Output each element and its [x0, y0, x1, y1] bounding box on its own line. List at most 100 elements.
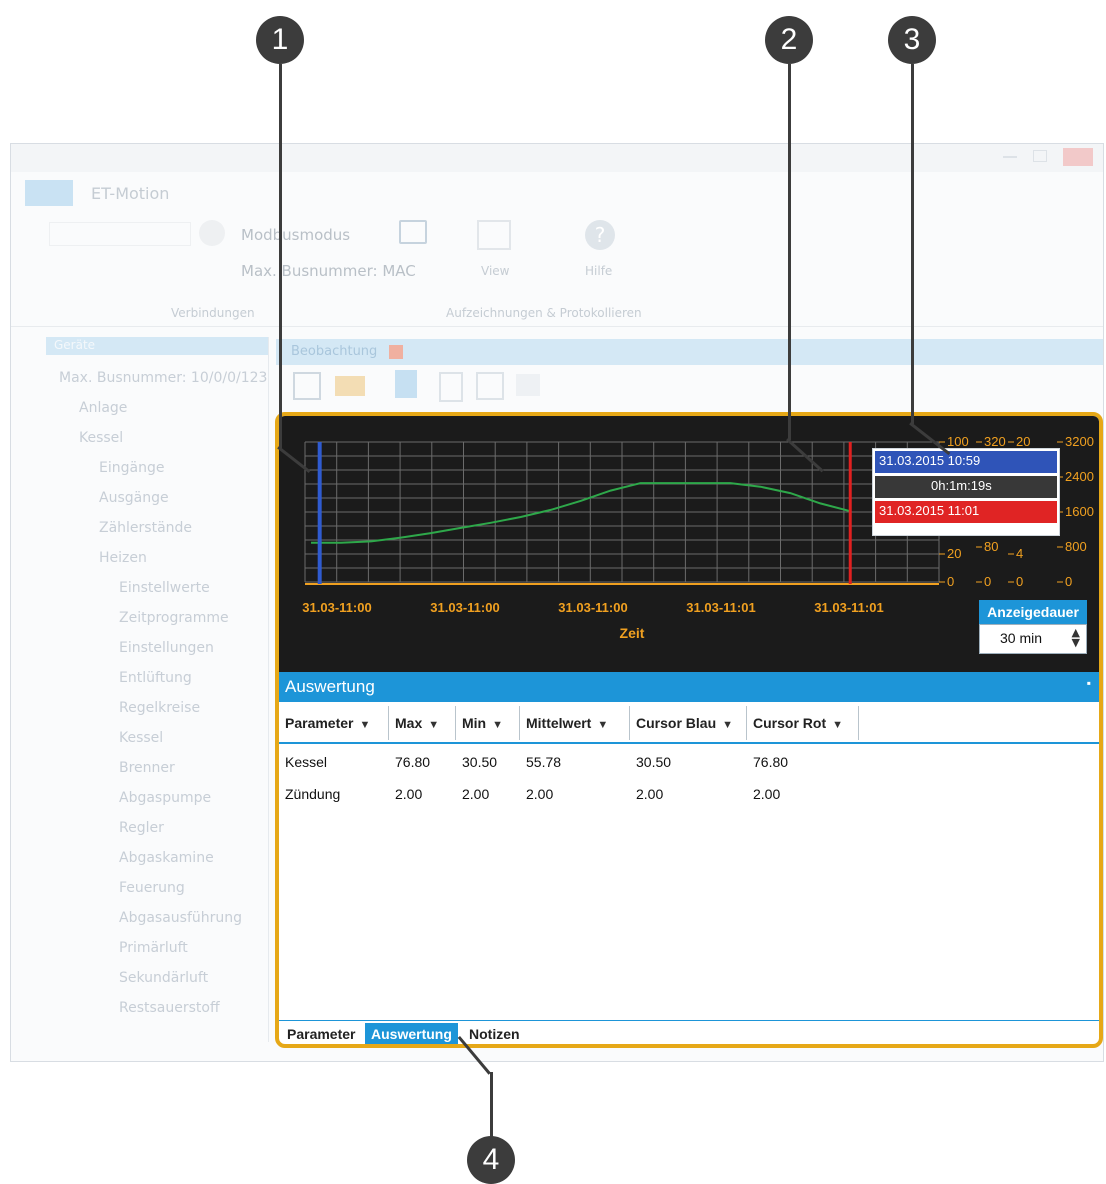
x-tick-label: 31.03-11:00 — [558, 600, 627, 615]
tree-item[interactable]: Entlüftung — [119, 670, 192, 686]
x-tick-label: 31.03-11:01 — [814, 600, 883, 615]
ribbon-group-right: Aufzeichnungen & Protokollieren — [446, 306, 642, 320]
filter-icon[interactable]: ▼ — [832, 719, 843, 731]
column-header[interactable]: Cursor Rot ▼ — [746, 706, 859, 740]
tab-beobachtung[interactable]: Beobachtung — [291, 344, 377, 359]
tree-item[interactable]: Kessel — [79, 430, 123, 446]
tree-item[interactable]: Abgasausführung — [119, 910, 242, 926]
table-cell: 76.80 — [395, 754, 431, 770]
app-menu-button[interactable] — [25, 180, 73, 206]
tab-notizen[interactable]: Notizen — [463, 1023, 526, 1044]
tree-item[interactable]: Restsauerstoff — [119, 1000, 220, 1016]
monitor-icon[interactable] — [399, 220, 427, 244]
ribbon-divider — [11, 326, 1103, 327]
axis-tick-label: 80 — [984, 539, 998, 554]
chart-area: 31.03-11:00 31.03-11:00 31.03-11:00 31.03-1… — [279, 416, 1099, 672]
display-duration-value[interactable]: 30 min — [1000, 630, 1042, 646]
tree-item[interactable]: Kessel — [119, 730, 163, 746]
table-cell: 2.00 — [636, 786, 664, 802]
toolbar-edit-icon[interactable] — [439, 372, 463, 402]
close-icon[interactable] — [1063, 148, 1093, 166]
column-header[interactable]: Mittelwert ▼ — [519, 706, 630, 740]
cursor-red-time: 31.03.2015 11:01 — [875, 501, 1057, 523]
tree-item[interactable]: Max. Busnummer: 10/0/0/123 — [59, 370, 267, 386]
tree-item[interactable]: Regelkreise — [119, 700, 200, 716]
ribbon-combo[interactable] — [49, 222, 191, 246]
table-cell: 30.50 — [462, 754, 498, 770]
spinner-icon[interactable]: ▲ ▼ — [1072, 627, 1080, 648]
table-cell: Zündung — [285, 786, 341, 802]
tree-item[interactable]: Ausgänge — [99, 490, 169, 506]
tree-item[interactable]: Feuerung — [119, 880, 185, 896]
app-title: ET-Motion — [91, 184, 170, 203]
filter-icon[interactable]: ▼ — [360, 719, 371, 731]
toolbar-export-icon[interactable] — [516, 374, 540, 396]
ribbon-round-button[interactable] — [199, 220, 225, 246]
callout-line-2 — [788, 64, 791, 440]
help-icon[interactable]: ? — [585, 220, 615, 250]
toolbar-document-icon[interactable] — [395, 370, 417, 398]
axis-tick-label: 320 — [984, 434, 1006, 449]
observation-panel: 31.03-11:00 31.03-11:00 31.03-11:00 31.03-1… — [275, 412, 1103, 1048]
tree-item[interactable]: Sekundärluft — [119, 970, 208, 986]
column-header[interactable]: Cursor Blau ▼ — [629, 706, 747, 740]
ribbon-mode-label[interactable]: Modbusmodus — [241, 226, 350, 244]
axis-tick-label: 3200 — [1065, 434, 1094, 449]
filter-icon[interactable]: ▼ — [492, 719, 503, 731]
display-duration-label: Anzeigedauer — [979, 600, 1087, 624]
display-duration-field[interactable]: 30 min ▲ ▼ — [979, 624, 1087, 654]
toolbar-save-icon[interactable] — [476, 372, 504, 400]
ribbon-view-label[interactable]: View — [481, 264, 509, 278]
tree-item[interactable]: Einstellwerte — [119, 580, 210, 596]
tree-item[interactable]: Abgaskamine — [119, 850, 214, 866]
tree-item[interactable]: Heizen — [99, 550, 147, 566]
axis-tick-label: 800 — [1065, 539, 1087, 554]
toolbar-monitor-icon[interactable] — [293, 372, 321, 400]
ribbon-device-label[interactable]: Max. Busnummer: MAC — [241, 262, 416, 280]
column-header[interactable]: Min ▼ — [455, 706, 520, 740]
tab-auswertung[interactable]: Auswertung — [365, 1023, 458, 1044]
tab-close-icon[interactable] — [389, 345, 403, 359]
tree-item[interactable]: Einstellungen — [119, 640, 214, 656]
tree-item[interactable]: Zählerstände — [99, 520, 192, 536]
callout-3: 3 — [888, 16, 936, 64]
column-header-label: Mittelwert — [526, 715, 592, 731]
tree-item[interactable]: Eingänge — [99, 460, 164, 476]
evaluation-body: Kessel 76.80 30.50 55.78 30.50 76.80 Zündung 2.… — [281, 746, 861, 810]
tree-item[interactable]: Abgaspumpe — [119, 790, 211, 806]
filter-icon[interactable]: ▼ — [597, 719, 608, 731]
cursor-duration-label: 0h:1m:19s — [931, 478, 992, 493]
tree-item[interactable]: Regler — [119, 820, 164, 836]
axis-tick-label: 20 — [947, 546, 961, 561]
bottom-tab-strip: Parameter Auswertung Notizen — [279, 1020, 1099, 1044]
evaluation-grid: Parameter ▼ Max ▼ Min ▼ Mittelwert ▼ Cursor Blau… — [279, 706, 1099, 802]
display-duration-control[interactable]: Anzeigedauer 30 min ▲ ▼ — [979, 600, 1087, 656]
cursor-red-time-label: 31.03.2015 11:01 — [879, 503, 980, 518]
cursor-blue-time: 31.03.2015 10:59 — [875, 451, 1057, 473]
callout-4: 4 — [467, 1136, 515, 1184]
filter-icon[interactable]: ▼ — [722, 719, 733, 731]
toolbar-folder-icon[interactable] — [335, 376, 365, 396]
tree-item[interactable]: Zeitprogramme — [119, 610, 229, 626]
callout-line-1 — [279, 64, 282, 448]
tree-item[interactable]: Anlage — [79, 400, 127, 416]
filter-icon[interactable]: ▼ — [428, 719, 439, 731]
table-row[interactable]: Zündung 2.00 2.00 2.00 2.00 2.00 — [281, 778, 861, 810]
table-row[interactable]: Kessel 76.80 30.50 55.78 30.50 76.80 — [281, 746, 861, 778]
axis-tick-label: 0 — [1065, 574, 1072, 589]
window-controls[interactable] — [1003, 148, 1095, 166]
minimize-icon[interactable] — [1003, 156, 1017, 158]
header-divider — [279, 742, 1099, 744]
evaluation-table: Parameter ▼ Max ▼ Min ▼ Mittelwert ▼ Cursor Blau… — [279, 706, 859, 740]
tree-item[interactable]: Brenner — [119, 760, 175, 776]
tree-header-label: Geräte — [54, 338, 96, 352]
calendar-icon[interactable] — [477, 220, 511, 250]
column-header[interactable]: Parameter ▼ — [279, 706, 389, 740]
pin-icon[interactable]: ▪ — [1087, 676, 1091, 690]
maximize-icon[interactable] — [1033, 150, 1047, 162]
tree-item[interactable]: Primärluft — [119, 940, 188, 956]
column-header[interactable]: Max ▼ — [388, 706, 456, 740]
ribbon-help-label[interactable]: Hilfe — [585, 264, 612, 278]
tab-parameter[interactable]: Parameter — [281, 1023, 362, 1044]
cursor-duration: 0h:1m:19s — [875, 476, 1057, 498]
